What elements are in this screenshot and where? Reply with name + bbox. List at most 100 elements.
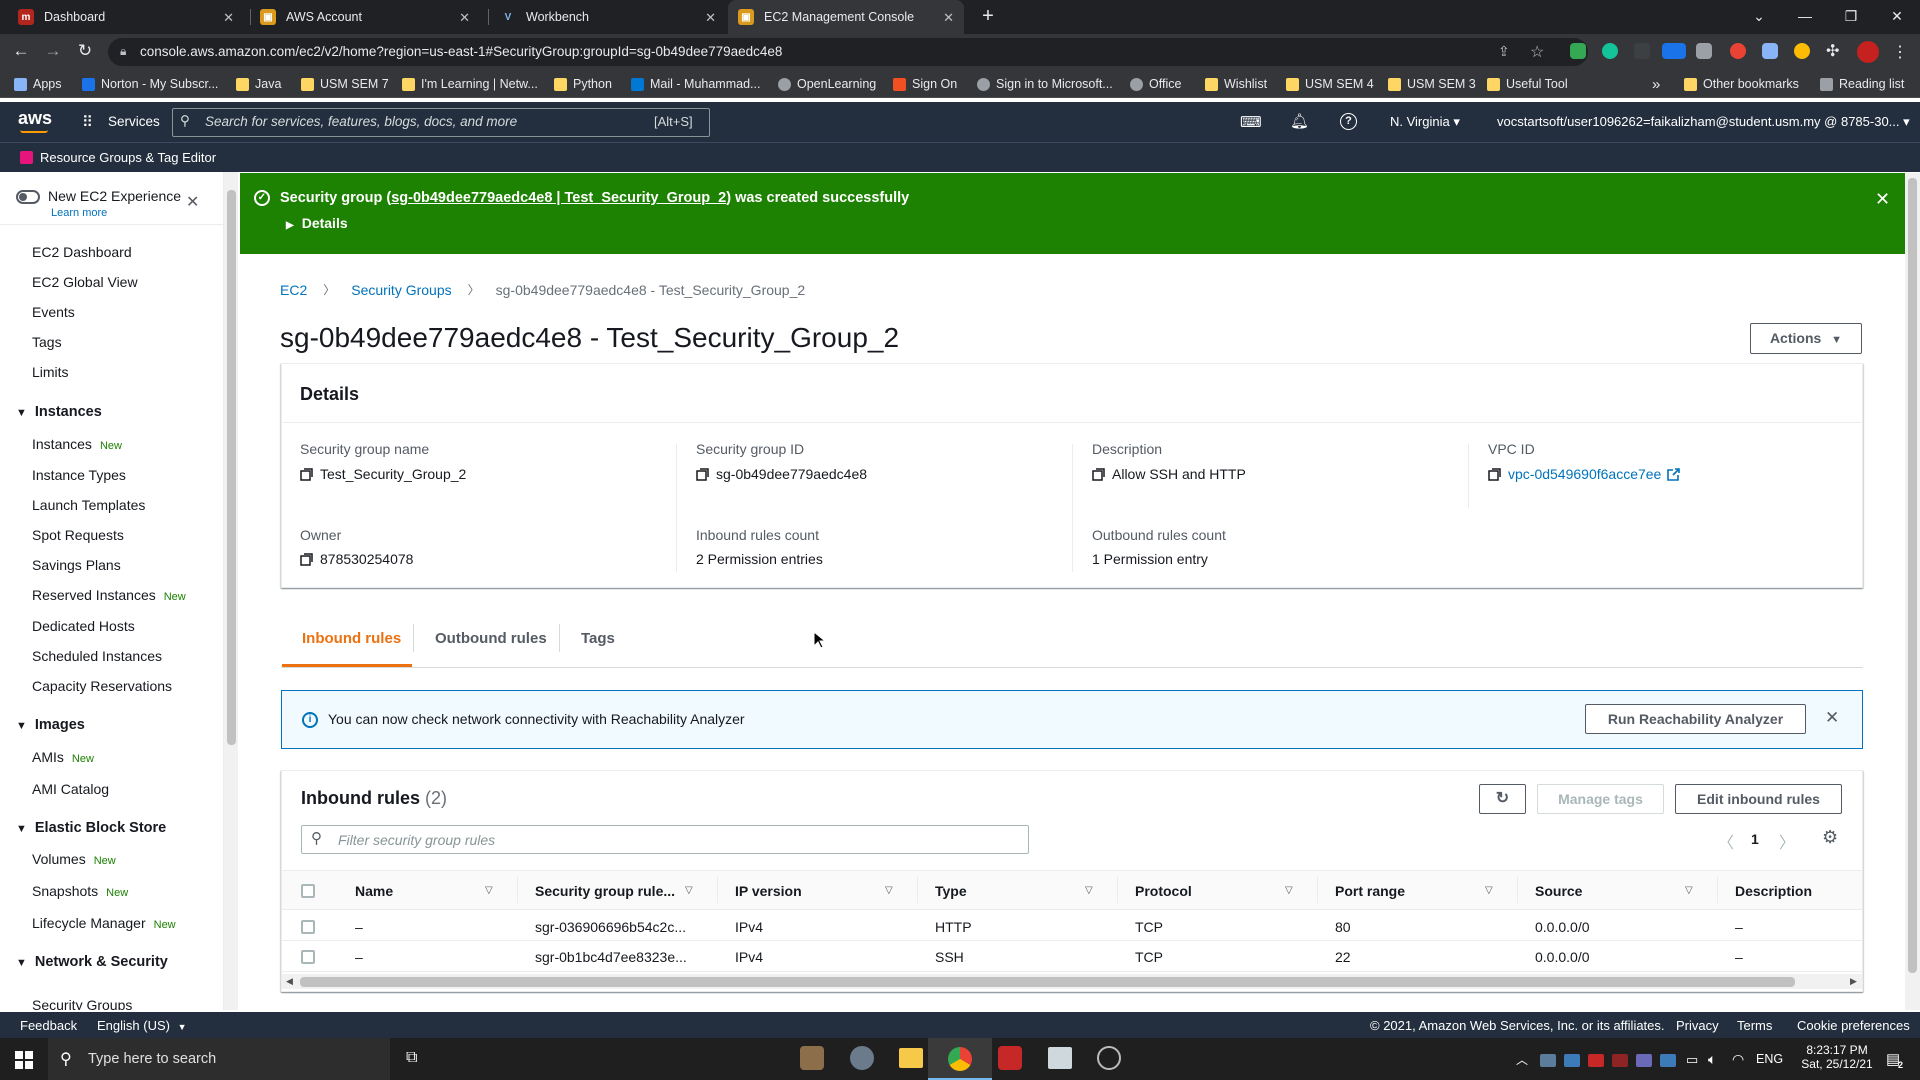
file-explorer-icon[interactable] <box>899 1048 923 1068</box>
column-resizer[interactable] <box>1717 877 1718 903</box>
external-link-icon[interactable] <box>1667 467 1681 481</box>
sidebar-item-ec2-global-view[interactable]: EC2 Global View <box>32 274 138 290</box>
tray-app-icon[interactable] <box>1636 1054 1652 1067</box>
sidebar-item-instances[interactable]: Instances New <box>32 436 122 452</box>
copy-icon[interactable] <box>696 467 709 481</box>
sidebar-item-limits[interactable]: Limits <box>32 364 69 380</box>
bookmark-useful-tool[interactable]: Useful Tool <box>1487 75 1568 93</box>
bookmark-usm-sem-4[interactable]: USM SEM 4 <box>1286 75 1374 93</box>
sidebar-item-reserved-instances[interactable]: Reserved Instances New <box>32 587 186 603</box>
share-icon[interactable]: ⇪ <box>1498 43 1510 60</box>
close-icon[interactable]: ✕ <box>705 10 716 26</box>
bookmark-mail[interactable]: Mail - Muhammad... <box>631 75 760 93</box>
pagination-prev-icon[interactable]: 〈 <box>1718 829 1734 853</box>
sidebar-item-ec2-dashboard[interactable]: EC2 Dashboard <box>32 244 132 260</box>
sidebar-item-tags[interactable]: Tags <box>32 334 62 350</box>
table-scrollbar-thumb[interactable] <box>300 977 1795 987</box>
tray-chevron-up-icon[interactable]: ︿ <box>1516 1051 1528 1068</box>
column-resizer[interactable] <box>917 877 918 903</box>
sidebar-close-icon[interactable]: ✕ <box>186 192 199 212</box>
info-close-icon[interactable]: ✕ <box>1825 708 1839 728</box>
extension-red-icon[interactable] <box>1730 43 1746 59</box>
sidebar-item-snapshots[interactable]: Snapshots New <box>32 883 128 899</box>
new-tab-plus-icon[interactable]: + <box>976 5 1000 29</box>
column-header-name[interactable]: Name <box>355 883 393 899</box>
actions-button[interactable]: Actions ▼ <box>1750 323 1862 354</box>
refresh-button[interactable]: ↻ <box>1479 784 1526 814</box>
close-icon[interactable]: ✕ <box>459 10 470 26</box>
copy-extension-icon[interactable] <box>1662 43 1686 59</box>
app-window-icon[interactable] <box>1048 1047 1072 1069</box>
column-resizer[interactable] <box>517 877 518 903</box>
tab-outbound-rules[interactable]: Outbound rules <box>435 630 547 647</box>
services-menu[interactable]: Services <box>108 114 160 129</box>
account-menu[interactable]: vocstartsoft/user1096262=faikalizham@stu… <box>1497 114 1910 130</box>
app-circle-icon[interactable] <box>1097 1046 1121 1070</box>
bookmark-sign-on[interactable]: Sign On <box>893 75 957 93</box>
services-grid-icon[interactable]: ⠿ <box>82 113 93 131</box>
sort-caret-icon[interactable]: ▽ <box>1285 885 1293 896</box>
copy-icon[interactable] <box>1488 467 1501 481</box>
run-reachability-analyzer-button[interactable]: Run Reachability Analyzer <box>1585 704 1806 734</box>
minimize-icon[interactable]: — <box>1782 0 1828 34</box>
sidebar-item-launch-templates[interactable]: Launch Templates <box>32 497 145 513</box>
close-icon[interactable]: ✕ <box>223 10 234 26</box>
bookmark-star-icon[interactable]: ☆ <box>1530 42 1544 62</box>
sort-caret-icon[interactable]: ▽ <box>1685 885 1693 896</box>
tab-search-chevron-icon[interactable]: ⌄ <box>1736 0 1782 34</box>
learn-more-link[interactable]: Learn more <box>51 207 107 219</box>
privacy-link[interactable]: Privacy <box>1676 1018 1719 1033</box>
breadcrumb-ec2[interactable]: EC2 <box>280 282 307 298</box>
main-scrollbar-thumb[interactable] <box>1908 178 1917 973</box>
bookmark-wishlist[interactable]: Wishlist <box>1205 75 1267 93</box>
battery-icon[interactable]: ▭ <box>1686 1052 1698 1068</box>
app-steam-icon[interactable] <box>850 1046 874 1070</box>
clock[interactable]: 8:23:17 PM Sat, 25/12/21 <box>1796 1043 1878 1071</box>
help-icon[interactable]: ? <box>1340 113 1357 130</box>
browser-tab-aws-account[interactable]: ▣ AWS Account ✕ <box>250 0 480 34</box>
scroll-right-icon[interactable]: ▶ <box>1850 976 1857 987</box>
cloudshell-icon[interactable]: ⌨ <box>1240 113 1262 131</box>
sidebar-item-ami-catalog[interactable]: AMI Catalog <box>32 781 109 797</box>
sort-caret-icon[interactable]: ▽ <box>685 885 693 896</box>
sidebar-section-ebs[interactable]: ▼ Elastic Block Store <box>16 820 166 836</box>
bookmark-python[interactable]: Python <box>554 75 612 93</box>
column-header-ip-version[interactable]: IP version <box>735 883 802 899</box>
copy-icon[interactable] <box>300 467 313 481</box>
restore-icon[interactable]: ❐ <box>1828 0 1874 34</box>
volume-icon[interactable]: 🔈︎ <box>1708 1051 1716 1068</box>
region-selector[interactable]: N. Virginia ▾ <box>1390 114 1460 130</box>
sort-caret-icon[interactable]: ▽ <box>485 885 493 896</box>
sidebar-section-instances[interactable]: ▼ Instances <box>16 404 102 420</box>
column-resizer[interactable] <box>1317 877 1318 903</box>
flash-close-icon[interactable]: ✕ <box>1875 189 1890 210</box>
settings-gear-icon[interactable]: ⚙ <box>1822 827 1838 848</box>
chrome-extension-icon[interactable] <box>1794 43 1810 59</box>
select-all-checkbox[interactable] <box>301 884 315 898</box>
flash-sg-link[interactable]: sg-0b49dee779aedc4e8 | Test_Security_Gro… <box>391 190 726 206</box>
column-header-protocol[interactable]: Protocol <box>1135 883 1192 899</box>
column-header-source[interactable]: Source <box>1535 883 1582 899</box>
manage-tags-button[interactable]: Manage tags <box>1537 784 1664 814</box>
sort-caret-icon[interactable]: ▽ <box>1085 885 1093 896</box>
bookmark-openlearning[interactable]: OpenLearning <box>778 75 876 93</box>
bookmark-other[interactable]: Other bookmarks <box>1684 75 1799 93</box>
tab-inbound-rules[interactable]: Inbound rules <box>302 630 401 647</box>
copy-icon[interactable] <box>300 552 313 566</box>
wifi-icon[interactable]: ◠ <box>1732 1051 1744 1068</box>
bookmark-usm-sem-3[interactable]: USM SEM 3 <box>1388 75 1476 93</box>
table-row[interactable] <box>282 911 1862 941</box>
tray-app-icon[interactable] <box>1588 1054 1604 1067</box>
tray-app-icon[interactable] <box>1564 1054 1580 1067</box>
aws-logo[interactable]: aws <box>18 108 52 129</box>
sidebar-section-images[interactable]: ▼ Images <box>16 717 85 733</box>
flash-details-toggle[interactable]: ▶ Details <box>286 215 348 231</box>
column-resizer[interactable] <box>717 877 718 903</box>
sidebar-item-scheduled-instances[interactable]: Scheduled Instances <box>32 648 162 664</box>
bookmarks-overflow-icon[interactable]: » <box>1652 75 1660 93</box>
sidebar-item-dedicated-hosts[interactable]: Dedicated Hosts <box>32 618 135 634</box>
new-experience-toggle[interactable] <box>16 190 40 204</box>
sidebar-scrollbar-thumb[interactable] <box>227 190 236 745</box>
browser-tab-ec2-console[interactable]: ▣ EC2 Management Console ✕ <box>728 0 964 34</box>
close-icon[interactable]: ✕ <box>943 10 954 26</box>
